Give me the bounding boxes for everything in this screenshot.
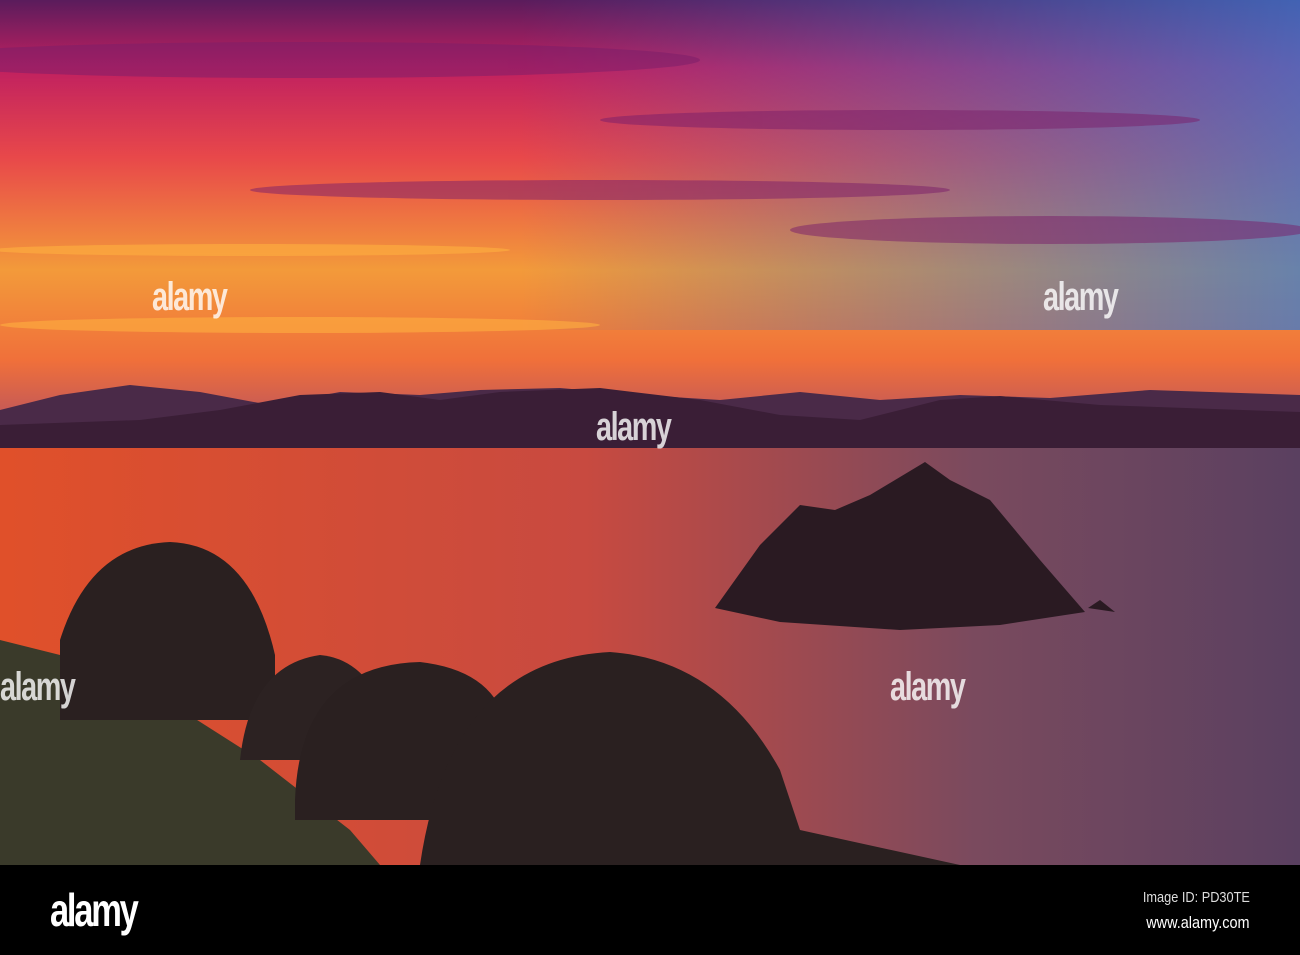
watermark: alamy	[0, 665, 76, 709]
alamy-logo: alamy	[50, 884, 139, 936]
watermark: alamy	[890, 665, 966, 709]
site-url: www.alamy.com	[1146, 913, 1250, 932]
watermark: alamy	[596, 405, 672, 449]
image-id: Image ID: PD30TE	[1142, 889, 1250, 906]
watermark: alamy	[1043, 275, 1119, 319]
footer-bar: alamy Image ID: PD30TE www.alamy.com	[0, 865, 1300, 955]
watermark: alamy	[152, 275, 228, 319]
